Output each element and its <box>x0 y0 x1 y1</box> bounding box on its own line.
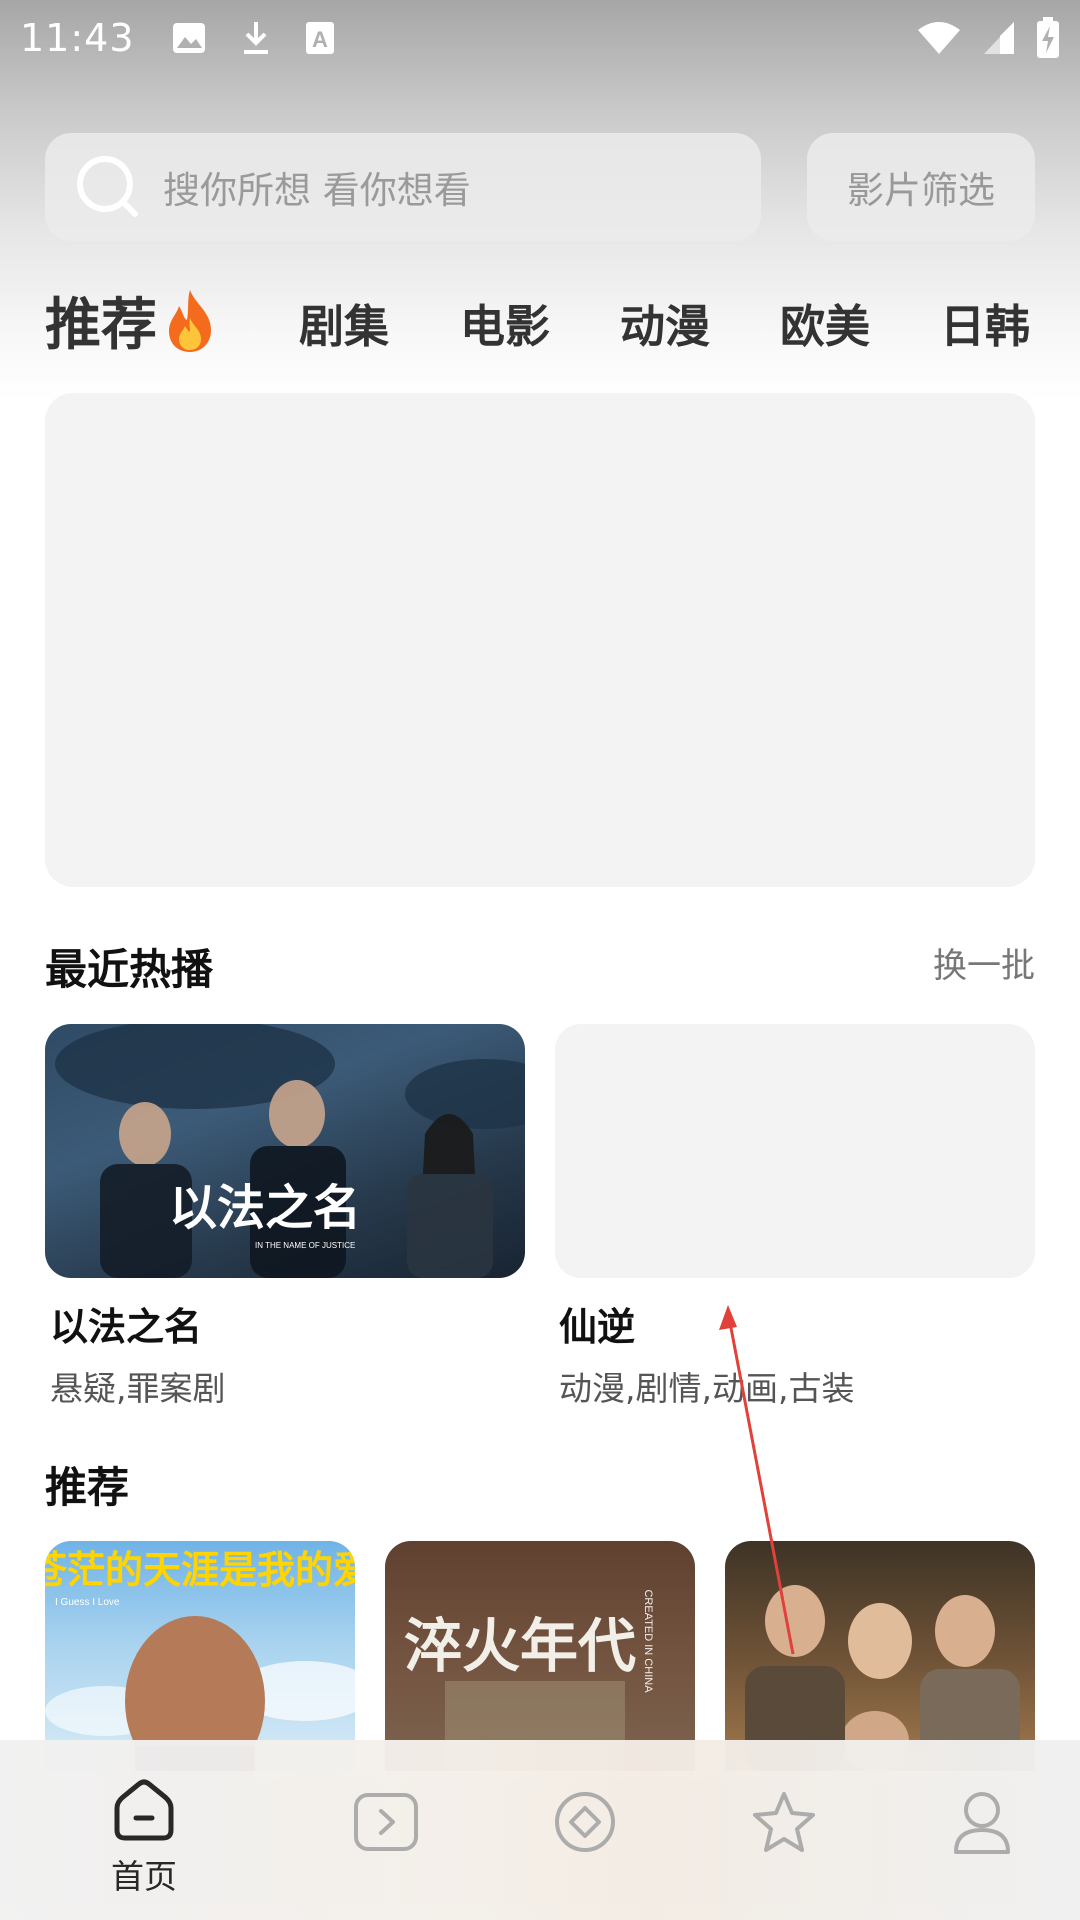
video-poster[interactable] <box>555 1024 1035 1278</box>
poster-art: 淬火年代 CREATED IN CHINA <box>385 1541 695 1771</box>
user-icon <box>954 1792 1010 1854</box>
section-title-recent: 最近热播 <box>45 945 214 994</box>
nav-discover[interactable] <box>515 1790 655 1854</box>
poster-subtitle: I Guess I Love <box>55 1597 120 1608</box>
tab-series[interactable]: 剧集 <box>299 290 389 355</box>
search-row: 搜你所想 看你想看 影片筛选 <box>45 133 1035 241</box>
refresh-button[interactable]: 换一批 <box>933 938 1035 987</box>
notification-icons: A <box>171 20 335 56</box>
svg-text:A: A <box>312 27 328 52</box>
a-icon: A <box>305 21 334 54</box>
signal-icon <box>984 21 1014 54</box>
nav-video[interactable] <box>316 1792 456 1852</box>
video-title[interactable]: 以法之名 <box>50 1296 202 1351</box>
recommend-poster[interactable]: 淬火年代 CREATED IN CHINA <box>385 1541 695 1771</box>
star-icon <box>753 1792 815 1852</box>
search-icon <box>77 156 138 217</box>
poster-subtitle: IN THE NAME OF JUSTICE <box>255 1241 355 1250</box>
category-tabs: 推荐 剧集 电影 动漫 欧美 日韩 <box>45 280 1035 360</box>
nav-label: 首页 <box>111 1857 177 1896</box>
status-time: 11:43 <box>20 15 135 60</box>
recommend-poster[interactable]: 苍茫的天涯是我的爱 I Guess I Love <box>45 1541 355 1771</box>
wifi-icon <box>918 21 960 54</box>
image-icon <box>172 22 205 53</box>
poster-title: 以法之名 <box>169 1180 361 1236</box>
fire-icon <box>169 289 211 352</box>
tab-label: 推荐 <box>45 293 157 358</box>
poster-art <box>745 1585 1020 1771</box>
nav-profile[interactable] <box>912 1790 1052 1856</box>
tab-movie[interactable]: 电影 <box>460 290 550 355</box>
video-title[interactable]: 仙逆 <box>559 1296 635 1351</box>
home-icon <box>114 1779 174 1841</box>
search-input[interactable]: 搜你所想 看你想看 <box>45 133 761 241</box>
nav-home[interactable]: 首页 <box>74 1778 214 1898</box>
battery-charging-icon <box>1037 16 1059 58</box>
search-placeholder: 搜你所想 看你想看 <box>163 169 471 212</box>
status-bar: 11:43 A <box>0 0 1080 75</box>
banner-carousel[interactable] <box>45 393 1035 887</box>
poster-subtitle: CREATED IN CHINA <box>642 1589 654 1693</box>
compass-icon <box>555 1792 615 1852</box>
download-icon <box>243 21 268 54</box>
filter-button[interactable]: 影片筛选 <box>807 133 1035 241</box>
poster-title: 苍茫的天涯是我的爱 <box>45 1548 355 1592</box>
tab-jpkr[interactable]: 日韩 <box>940 290 1030 355</box>
system-icons <box>916 16 1060 59</box>
recommend-poster[interactable] <box>725 1541 1035 1771</box>
bottom-navigation: 首页 <box>0 1740 1080 1920</box>
tab-recommend[interactable]: 推荐 <box>45 280 219 361</box>
poster-title: 淬火年代 <box>404 1612 636 1680</box>
tab-western[interactable]: 欧美 <box>780 290 870 355</box>
video-tags: 动漫,剧情,动画,古装 <box>559 1369 855 1408</box>
tab-anime[interactable]: 动漫 <box>620 290 710 355</box>
poster-art: 苍茫的天涯是我的爱 I Guess I Love <box>45 1548 355 1771</box>
video-poster[interactable]: 以法之名 IN THE NAME OF JUSTICE <box>45 1024 525 1278</box>
video-tags: 悬疑,罪案剧 <box>50 1369 226 1408</box>
nav-favorites[interactable] <box>714 1790 854 1854</box>
play-icon <box>354 1793 418 1851</box>
poster-art: 以法之名 IN THE NAME OF JUSTICE <box>55 1024 525 1278</box>
section-title-recommend: 推荐 <box>45 1463 130 1512</box>
